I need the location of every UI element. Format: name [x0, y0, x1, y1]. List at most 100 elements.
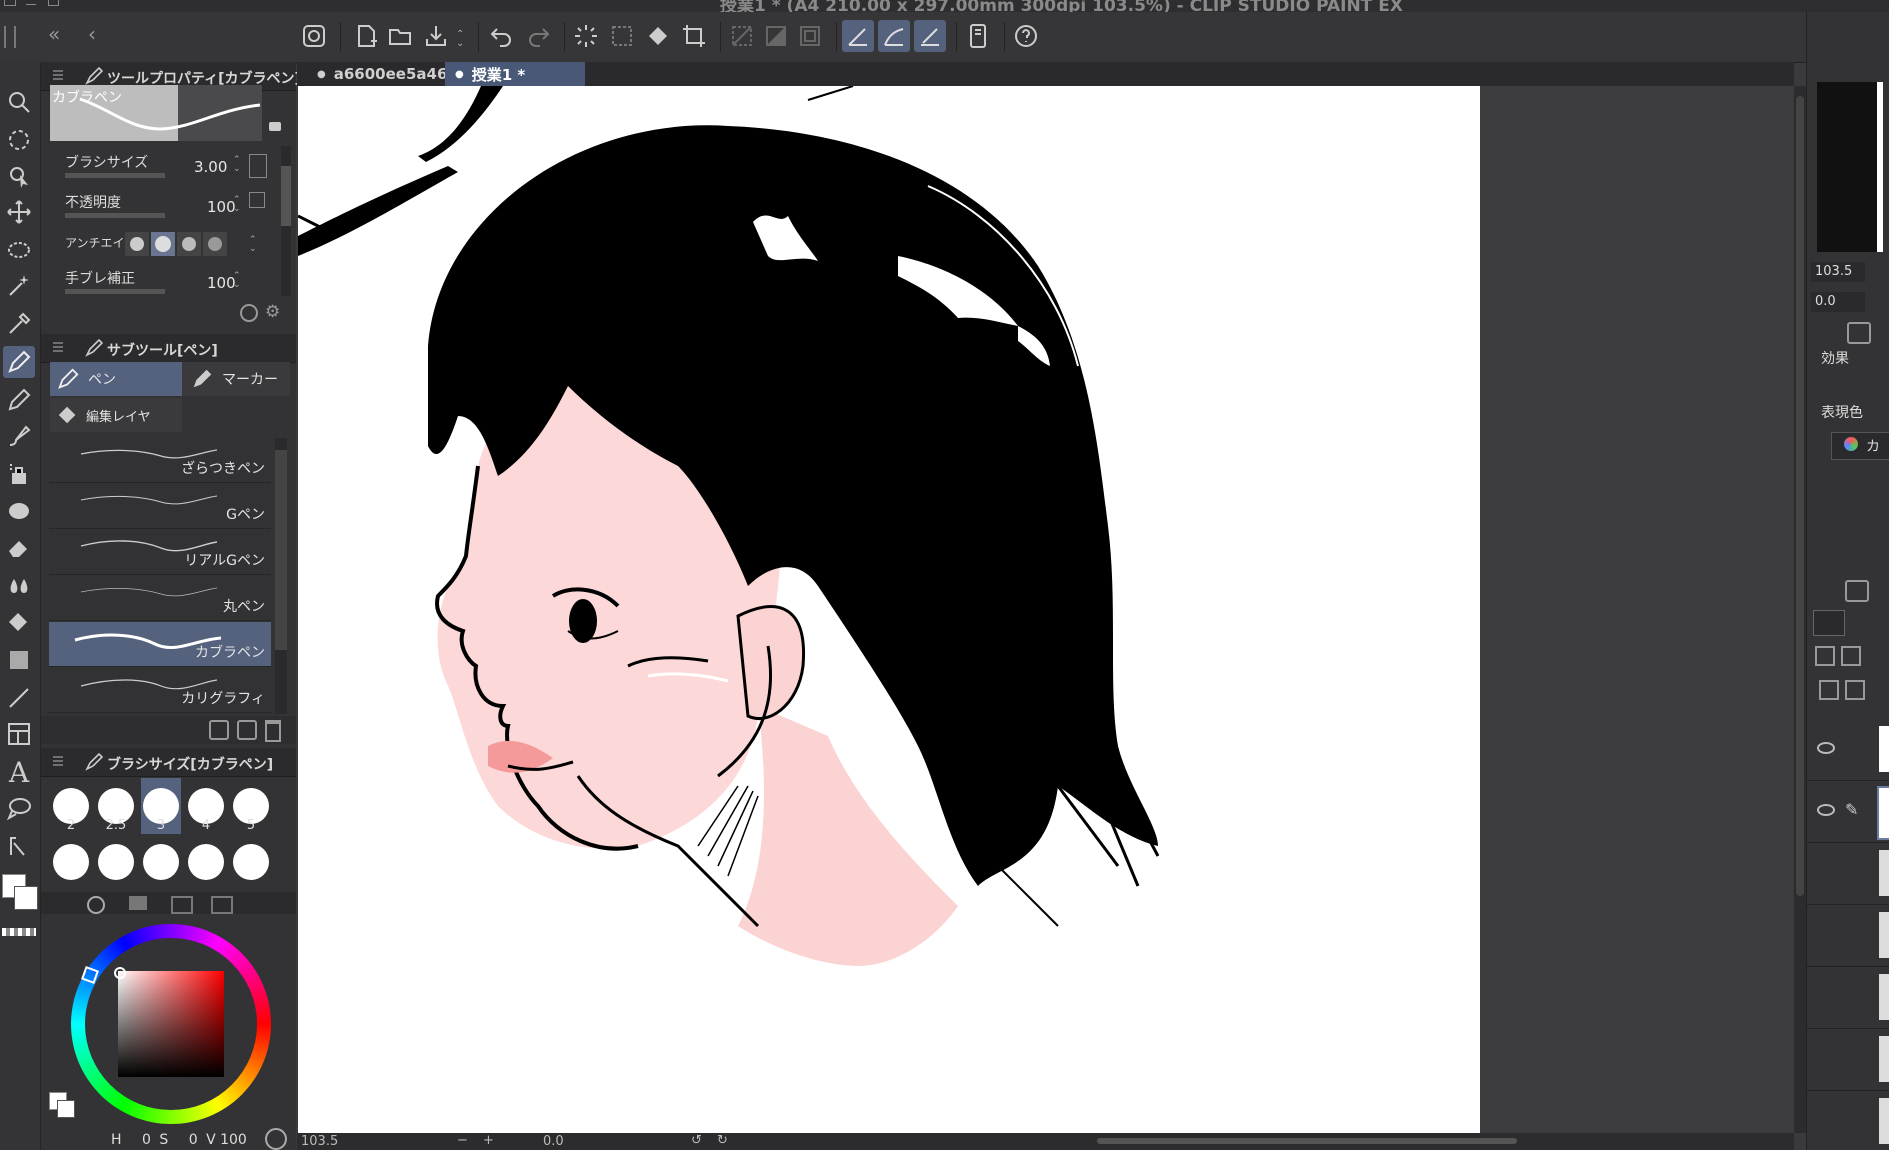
navigator-preview[interactable]: [1817, 82, 1883, 252]
import-icon[interactable]: [209, 720, 229, 740]
back-icon[interactable]: ‹: [88, 22, 96, 46]
lock-layer-icon[interactable]: [1841, 646, 1861, 666]
layer-property-icon[interactable]: [1847, 322, 1871, 344]
trash-icon[interactable]: [265, 720, 281, 742]
layer-row[interactable]: [1807, 1030, 1889, 1091]
opacity-toggle-icon[interactable]: [249, 192, 265, 208]
panel-menu-icon[interactable]: [53, 755, 63, 767]
clip-icon[interactable]: [1815, 646, 1835, 666]
antialias-weak-icon[interactable]: [151, 232, 175, 256]
brush-item[interactable]: Gペン: [49, 484, 271, 529]
eyedropper-icon[interactable]: [3, 308, 35, 340]
antialias-none-icon[interactable]: [125, 232, 149, 256]
saturation-value-square[interactable]: [118, 971, 224, 1077]
crop-icon[interactable]: [678, 20, 710, 52]
blend-mode-select[interactable]: [1813, 610, 1845, 636]
brush-size-spinner[interactable]: ⌃ ⌄: [233, 156, 243, 174]
new-layer-icon[interactable]: [1819, 680, 1839, 700]
expression-color-select[interactable]: カ: [1831, 432, 1889, 460]
brush-size-dot[interactable]: [233, 844, 269, 880]
horizontal-scrollbar[interactable]: [1097, 1138, 1517, 1144]
color-set-tab-icon[interactable]: [129, 896, 147, 910]
fill-tool-icon[interactable]: [3, 606, 35, 638]
stabilization-value[interactable]: 100: [207, 274, 236, 292]
brush-item[interactable]: カリグラフィ: [49, 668, 271, 713]
sub-tool-tab-pen[interactable]: ペン: [50, 362, 182, 396]
move-tool-icon[interactable]: [3, 196, 35, 228]
duplicate-icon[interactable]: [237, 720, 257, 740]
sub-tool-tab-marker[interactable]: マーカー: [182, 362, 290, 396]
clip-studio-icon[interactable]: [298, 20, 330, 52]
brush-list-scrollbar[interactable]: [275, 438, 287, 714]
brush-tool-icon[interactable]: [3, 420, 35, 452]
decoration-tool-icon[interactable]: [3, 494, 35, 526]
frame-tool-icon[interactable]: [3, 718, 35, 750]
ruler-snap-icon[interactable]: [842, 20, 874, 52]
text-tool-icon[interactable]: A: [3, 756, 35, 789]
clear-selection-icon[interactable]: [606, 20, 638, 52]
redo-icon[interactable]: [522, 20, 554, 52]
approximate-color-tab-icon[interactable]: [211, 896, 233, 914]
layer-row[interactable]: [1807, 1092, 1889, 1148]
new-vector-layer-icon[interactable]: [1845, 680, 1865, 700]
antialias-strong-icon[interactable]: [203, 232, 227, 256]
correct-line-tool-icon[interactable]: [3, 830, 35, 862]
eye-icon[interactable]: [1817, 742, 1835, 754]
tablet-icon[interactable]: [962, 20, 994, 52]
save-icon[interactable]: [420, 20, 452, 52]
rotate-right-icon[interactable]: ↻: [717, 1133, 728, 1148]
collapse-left-icon[interactable]: «: [48, 22, 60, 46]
special-ruler-snap-icon[interactable]: [878, 20, 910, 52]
brush-size-value[interactable]: 3.00: [194, 158, 227, 176]
brush-size-dot[interactable]: [98, 844, 134, 880]
navigator-rotate-field[interactable]: 0.0: [1811, 292, 1865, 312]
opacity-slider[interactable]: [65, 213, 165, 218]
fill-icon[interactable]: [642, 20, 674, 52]
new-file-icon[interactable]: [350, 20, 382, 52]
zoom-tool-icon[interactable]: [3, 86, 35, 118]
lasso-select-icon[interactable]: [3, 234, 35, 266]
blend-tool-icon[interactable]: [3, 568, 35, 600]
vertical-scrollbar[interactable]: [1794, 86, 1806, 1133]
figure-tool-icon[interactable]: [3, 682, 35, 714]
sv-marker[interactable]: [114, 967, 126, 979]
brush-item[interactable]: ざらつきペン: [49, 438, 271, 483]
angle-readout[interactable]: 0.0: [543, 1134, 564, 1149]
sub-color-swatch[interactable]: [14, 886, 38, 910]
reset-icon[interactable]: [240, 304, 258, 322]
play-icon[interactable]: [265, 1128, 287, 1150]
pencil-tool-icon[interactable]: [3, 384, 35, 416]
selection-border-icon[interactable]: [794, 20, 826, 52]
eraser-tool-icon[interactable]: [3, 532, 35, 564]
eye-icon[interactable]: [1817, 804, 1835, 816]
brush-item-selected[interactable]: カブラペン: [49, 622, 271, 667]
brush-item[interactable]: リアルGペン: [49, 530, 271, 575]
grid-snap-icon[interactable]: [914, 20, 946, 52]
navigator-zoom-field[interactable]: 103.5: [1811, 262, 1865, 282]
panel-grip-icon[interactable]: [4, 26, 16, 48]
antialias-spinner[interactable]: ⌃ ⌄: [249, 236, 259, 254]
layer-panel-icon[interactable]: [1845, 580, 1869, 602]
edit-layer-button[interactable]: 編集レイヤ: [50, 398, 182, 432]
brush-size-slider[interactable]: [65, 173, 165, 178]
rotate-left-icon[interactable]: ↺: [691, 1133, 702, 1148]
brush-size-dot[interactable]: [188, 844, 224, 880]
close-window-icon[interactable]: [4, 0, 16, 6]
layer-row[interactable]: [1807, 968, 1889, 1029]
doc-tab-active[interactable]: ● 授業1 *: [445, 62, 585, 86]
stabilization-slider[interactable]: [65, 289, 165, 294]
wrench-icon[interactable]: ⚙: [265, 302, 280, 322]
canvas-paper[interactable]: [298, 86, 1480, 1133]
pen-icon[interactable]: ✎: [1845, 800, 1858, 819]
airbrush-tool-icon[interactable]: [3, 458, 35, 490]
maximize-window-icon[interactable]: [48, 0, 59, 6]
color-wheel-tab-icon[interactable]: [87, 896, 105, 914]
intermediate-color-tab-icon[interactable]: [171, 896, 193, 914]
opacity-spinner[interactable]: ⌃ ⌄: [233, 196, 243, 214]
panel-menu-icon[interactable]: [53, 69, 63, 81]
transparent-color-swatch[interactable]: [2, 928, 36, 936]
layer-row[interactable]: [1807, 720, 1889, 781]
panel-menu-icon[interactable]: [53, 341, 63, 353]
gradient-tool-icon[interactable]: [3, 644, 35, 676]
doc-tab[interactable]: ● a6600ee5a46: [307, 62, 457, 86]
